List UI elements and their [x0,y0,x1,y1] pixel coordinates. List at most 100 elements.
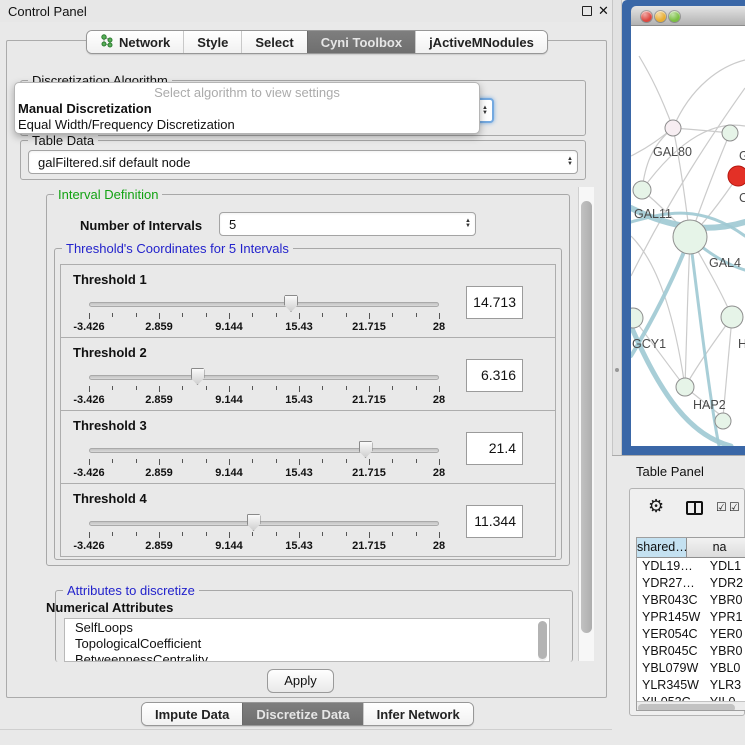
attribute-item-topologicalcoefficient[interactable]: TopologicalCoefficient [65,635,549,651]
table-row[interactable]: YBR045CYBR0 [637,643,745,660]
slider-tick [416,459,417,463]
attributes-scrollbar[interactable] [538,621,547,661]
gear-icon[interactable]: ⚙ [648,497,664,515]
tab-impute-data[interactable]: Impute Data [142,703,242,725]
network-icon [100,34,114,51]
slider-tick [136,459,137,463]
slider-tick [206,313,207,317]
network-edge [685,237,690,387]
stepper-arrows-icon[interactable]: ▲▼ [461,219,475,229]
tab-style[interactable]: Style [183,31,241,53]
slider-tick [89,386,90,392]
slider-tick [229,459,230,465]
network-window-titlebar[interactable] [631,6,745,26]
threshold-value-field[interactable]: 11.344 [466,505,523,538]
slider-tick [416,532,417,536]
threshold-value-field[interactable]: 6.316 [466,359,523,392]
table-row[interactable]: YBL079WYBL0 [637,660,745,677]
node-label-hap2: HAP2 [693,398,726,412]
slider-tick [206,532,207,536]
network-canvas[interactable]: GAL80GCGAL11GAL4GCY1HHAP2 [631,26,745,446]
algorithm-option-manual-discretization[interactable]: Manual Discretization [15,101,479,117]
apply-button[interactable]: Apply [267,669,334,693]
slider-thumb[interactable] [284,295,298,312]
divider-grip[interactable] [615,368,619,372]
slider-track[interactable] [89,375,439,380]
tab-jactivemnodules[interactable]: jActiveMNodules [415,31,547,53]
network-node[interactable] [676,378,694,396]
network-node[interactable] [631,308,643,328]
cell-shared-name: YBR043C [637,592,708,609]
scale-tick-label: 21.715 [352,394,386,406]
slider-tick [369,459,370,465]
number-of-intervals-label: Number of Intervals [80,218,202,233]
number-of-intervals-combobox[interactable]: 5 ▲▼ [219,212,476,236]
table-row[interactable]: YER054CYER0 [637,626,745,643]
minimize-traffic-light[interactable] [655,11,666,22]
threshold-1-panel: Threshold 1-3.4262.8599.14415.4321.71528… [60,264,556,338]
split-columns-icon[interactable] [686,501,703,515]
tab-infer-network[interactable]: Infer Network [363,703,473,725]
column-header-shared-name[interactable]: shared… [637,538,687,557]
slider-tick [112,532,113,536]
slider-tick [206,459,207,463]
column-header-name[interactable]: na [687,538,745,557]
slider-tick [182,386,183,390]
slider-tick [182,532,183,536]
float-window-icon[interactable] [582,6,592,16]
attribute-item-selfloops[interactable]: SelfLoops [65,619,549,635]
slider-tick [252,386,253,390]
network-node[interactable] [728,166,745,186]
attributes-scrollbar-thumb[interactable] [538,621,547,659]
cell-name: YDR2 [708,575,745,592]
network-node[interactable] [665,120,681,136]
table-row[interactable]: YDR27…YDR2 [637,575,745,592]
network-node[interactable] [673,220,707,254]
threshold-value-field[interactable]: 21.4 [466,432,523,465]
stepper-arrows-icon[interactable]: ▲▼ [563,157,577,167]
table-data-combobox[interactable]: galFiltered.sif default node ▲▼ [28,150,578,174]
scale-tick-label: 9.144 [215,467,243,479]
threshold-4-panel: Threshold 4-3.4262.8599.14415.4321.71528… [60,483,556,557]
slider-track[interactable] [89,521,439,526]
tab-label: Discretize Data [256,707,349,722]
close-traffic-light[interactable] [641,11,652,22]
table-row[interactable]: YBR043CYBR0 [637,592,745,609]
network-node[interactable] [721,306,743,328]
table-row[interactable]: YPR145WYPR1 [637,609,745,626]
slider-track[interactable] [89,448,439,453]
numerical-attributes-list[interactable]: SelfLoopsTopologicalCoefficientBetweenne… [64,618,550,662]
network-node[interactable] [633,181,651,199]
checkbox-icon[interactable]: ☑ [716,500,727,514]
tab-discretize-data[interactable]: Discretize Data [242,703,362,725]
tab-network[interactable]: Network [87,31,183,53]
tab-select[interactable]: Select [241,31,306,53]
slider-thumb[interactable] [359,441,373,458]
stepper-arrows-icon[interactable]: ▲▼ [478,106,492,116]
table-row[interactable]: YLR345WYLR3 [637,677,745,694]
threshold-value-field[interactable]: 14.713 [466,286,523,319]
settings-scrollbar-thumb[interactable] [581,201,592,633]
table-row[interactable]: YDL19…YDL1 [637,558,745,575]
slider-thumb[interactable] [247,514,261,531]
top-tab-bar: NetworkStyleSelectCyni ToolboxjActiveMNo… [86,30,548,54]
checkbox-icon[interactable]: ☑ [729,500,740,514]
network-node[interactable] [722,125,738,141]
slider-thumb[interactable] [191,368,205,385]
table-horizontal-scrollbar[interactable] [637,701,745,711]
network-node[interactable] [715,413,731,429]
settings-scrollbar[interactable] [578,187,594,661]
slider-tick [229,386,230,392]
zoom-traffic-light[interactable] [669,11,680,22]
close-icon[interactable]: ✕ [598,3,609,19]
slider-tick [252,313,253,317]
threshold-3-panel: Threshold 3-3.4262.8599.14415.4321.71528… [60,410,556,484]
slider-tick [252,459,253,463]
node-label-gal80: GAL80 [653,145,692,159]
attribute-item-betweennesscentrality[interactable]: BetweennessCentrality [65,651,549,662]
tab-cyni-toolbox[interactable]: Cyni Toolbox [307,31,415,53]
algorithm-option-equal-width-frequency-discretization[interactable]: Equal Width/Frequency Discretization [15,117,479,133]
slider-track[interactable] [89,302,439,307]
table-hscroll-thumb[interactable] [638,704,735,712]
slider-tick [229,313,230,319]
